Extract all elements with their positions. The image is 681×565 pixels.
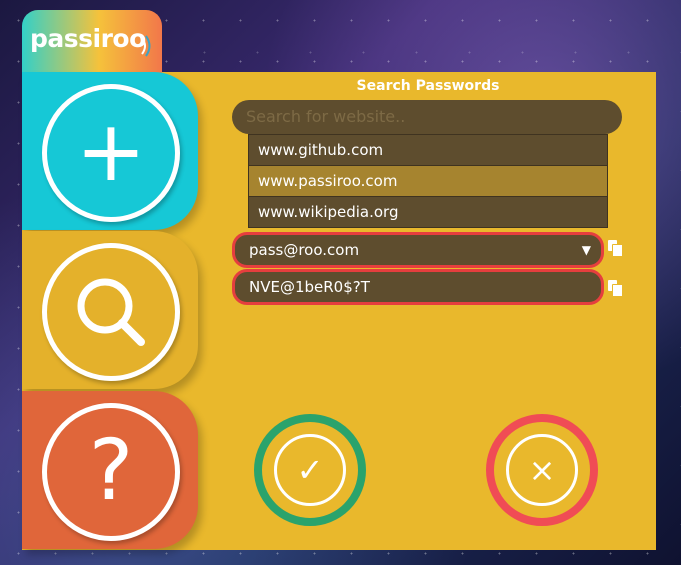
add-ring: + [42, 84, 180, 222]
add-password-button[interactable]: + [22, 72, 198, 230]
help-button[interactable]: ? [22, 391, 198, 549]
email-select[interactable]: pass@roo.com ▼ [232, 232, 604, 268]
email-value: pass@roo.com [249, 241, 360, 259]
check-icon: ✓ [274, 434, 346, 506]
magnifier-icon [77, 278, 145, 346]
help-ring: ? [42, 403, 180, 541]
logo-arcs-icon [141, 35, 151, 57]
close-icon: × [506, 434, 578, 506]
search-ring [42, 243, 180, 381]
search-input[interactable]: Search for website.. [232, 100, 622, 134]
page-title: Search Passwords [356, 78, 500, 94]
app-logo-text: passiroo [30, 24, 146, 53]
password-value: NVE@1beR0$?T [249, 278, 370, 296]
cancel-button[interactable]: × [486, 414, 598, 526]
confirm-button[interactable]: ✓ [254, 414, 366, 526]
copy-email-icon[interactable] [608, 240, 624, 257]
result-item-passiroo[interactable]: www.passiroo.com [249, 165, 607, 196]
question-icon: ? [88, 421, 134, 519]
chevron-down-icon: ▼ [581, 243, 591, 257]
search-results-dropdown: www.github.com www.passiroo.com www.wiki… [248, 134, 608, 228]
copy-password-icon[interactable] [608, 280, 624, 297]
logo-tab: passiroo [22, 10, 162, 80]
result-item-wikipedia[interactable]: www.wikipedia.org [249, 196, 607, 227]
password-field[interactable]: NVE@1beR0$?T [232, 269, 604, 305]
plus-icon: + [75, 102, 147, 200]
result-item-github[interactable]: www.github.com [249, 135, 607, 165]
search-passwords-button[interactable] [22, 231, 198, 389]
